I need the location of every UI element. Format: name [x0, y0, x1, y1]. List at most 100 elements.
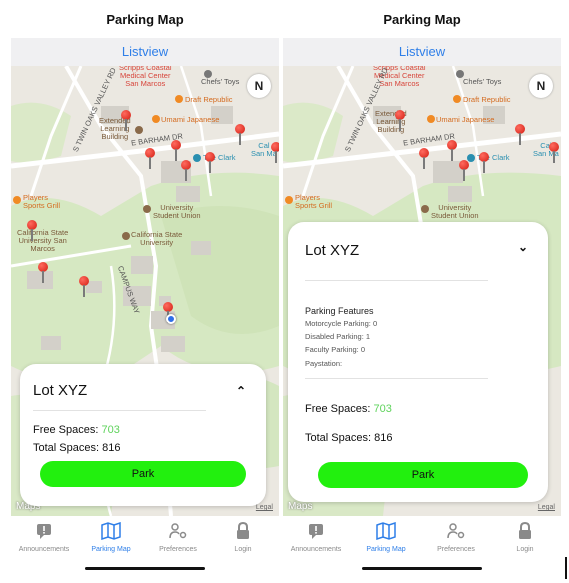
announcement-icon [286, 522, 346, 544]
announcement-icon [14, 522, 74, 544]
food-icon [285, 196, 293, 204]
preferences-icon [148, 522, 208, 544]
food-icon [175, 95, 183, 103]
food-icon [427, 115, 435, 123]
school-icon [143, 205, 151, 213]
parking-lot-pin[interactable] [271, 142, 279, 164]
map-icon [356, 521, 416, 544]
school-icon [421, 205, 429, 213]
chevron-up-icon[interactable]: ⌃ [236, 384, 246, 398]
compass-button[interactable]: N [529, 74, 553, 98]
lot-title: Lot XYZ [305, 242, 360, 259]
left-screen: Parking Map Listview N Scripps Coastal M… [11, 0, 279, 583]
home-indicator [85, 567, 205, 570]
total-spaces-value: 816 [102, 442, 121, 454]
school-icon [122, 232, 130, 240]
lock-icon [495, 521, 555, 544]
parking-lot-pin[interactable] [419, 148, 429, 170]
total-spaces: Total Spaces: 816 [33, 442, 120, 454]
parking-lot-pin[interactable] [549, 142, 559, 164]
tab-login[interactable]: Login [495, 521, 555, 553]
parking-lot-pin[interactable] [145, 148, 155, 170]
parking-lot-pin[interactable] [38, 262, 48, 284]
tab-preferences[interactable]: Preferences [426, 522, 486, 553]
chevron-down-icon[interactable]: ⌄ [518, 240, 528, 254]
map-icon [81, 521, 141, 544]
total-spaces-value: 816 [374, 432, 393, 444]
parking-lot-pin[interactable] [121, 110, 131, 132]
current-location-dot [166, 314, 176, 324]
divider [33, 410, 206, 411]
listview-button[interactable]: Listview [283, 38, 561, 66]
tab-preferences[interactable]: Preferences [148, 522, 208, 553]
map-label-chefs: Chefs' Toys [201, 77, 240, 86]
map-label-players: Players Sports Grill [23, 193, 61, 210]
free-spaces-label: Free Spaces: [305, 403, 371, 415]
free-spaces-value: 703 [373, 403, 392, 415]
parking-lot-pin[interactable] [181, 160, 191, 182]
tab-bar: Announcements Parking Map Preferences Lo… [283, 518, 561, 563]
food-icon [13, 196, 21, 204]
apple-maps-logo: Maps [288, 501, 313, 512]
parking-lot-pin[interactable] [171, 140, 181, 162]
divider [305, 378, 488, 379]
faculty-parking: Faculty Parking: 0 [305, 345, 366, 354]
map-view[interactable]: N Scripps Coastal Medical Center San Marco… [283, 66, 561, 516]
divider [305, 280, 488, 281]
parking-lot-pin[interactable] [235, 124, 245, 146]
tab-parking-map[interactable]: Parking Map [356, 521, 416, 553]
tab-login[interactable]: Login [213, 521, 273, 553]
tab-parking-map[interactable]: Parking Map [81, 521, 141, 553]
legal-link[interactable]: Legal [256, 504, 273, 511]
lock-icon [213, 521, 273, 544]
map-view[interactable]: N Scripps Coastal Medical Center San Marco… [11, 66, 279, 516]
hotel-icon [193, 154, 201, 162]
park-button[interactable]: Park [318, 462, 528, 488]
scrollbar[interactable] [565, 557, 567, 579]
school-icon [135, 126, 143, 134]
parking-lot-pin[interactable] [459, 160, 469, 182]
parking-lot-pin[interactable] [27, 220, 37, 242]
legal-link[interactable]: Legal [538, 504, 555, 511]
page-title: Parking Map [106, 12, 184, 27]
map-label-draft: Draft Republic [463, 95, 511, 104]
map-label-umami: Umami Japanese [161, 115, 220, 124]
free-spaces: Free Spaces: 703 [305, 403, 392, 415]
map-label-csusm: California State University San Marcos [17, 228, 69, 253]
tab-bar: Announcements Parking Map Preferences Lo… [11, 518, 279, 563]
motorcycle-parking: Motorcycle Parking: 0 [305, 319, 378, 328]
food-icon [453, 95, 461, 103]
map-label-draft: Draft Republic [185, 95, 233, 104]
total-spaces-label: Total Spaces: [33, 442, 100, 454]
preferences-icon [426, 522, 486, 544]
map-label-chefs: Chefs' Toys [463, 77, 502, 86]
home-indicator [362, 567, 482, 570]
right-screen: Parking Map Listview N Scripps Coastal Me… [283, 0, 561, 583]
listview-button[interactable]: Listview [11, 38, 279, 66]
parking-lot-pin[interactable] [79, 276, 89, 298]
parking-lot-pin[interactable] [447, 140, 457, 162]
disabled-parking: Disabled Parking: 1 [305, 332, 371, 341]
lot-info-card-expanded: Lot XYZ ⌄ Parking Features Motorcycle Pa… [288, 222, 548, 502]
parking-lot-pin[interactable] [515, 124, 525, 146]
compass-button[interactable]: N [247, 74, 271, 98]
total-spaces-label: Total Spaces: [305, 432, 372, 444]
food-icon [152, 115, 160, 123]
parking-lot-pin[interactable] [479, 152, 489, 174]
map-label-csu: California State University [131, 230, 183, 247]
free-spaces-label: Free Spaces: [33, 424, 99, 436]
free-spaces: Free Spaces: 703 [33, 424, 120, 436]
lot-info-card: Lot XYZ ⌃ Free Spaces: 703 Total Spaces:… [20, 364, 266, 506]
map-label-scripps: Scripps Coastal Medical Center San Marcos [119, 66, 172, 88]
parking-features-heading: Parking Features [305, 306, 374, 316]
parking-lot-pin[interactable] [205, 152, 215, 174]
parking-lot-pin[interactable] [395, 110, 405, 132]
tab-announcements[interactable]: Announcements [14, 522, 74, 553]
park-button[interactable]: Park [40, 461, 246, 487]
page-title: Parking Map [383, 12, 461, 27]
map-label-umami: Umami Japanese [436, 115, 495, 124]
map-label-players: Players Sports Grill [295, 193, 333, 210]
map-label-union: University Student Union [153, 203, 201, 220]
tab-announcements[interactable]: Announcements [286, 522, 346, 553]
free-spaces-value: 703 [101, 424, 120, 436]
